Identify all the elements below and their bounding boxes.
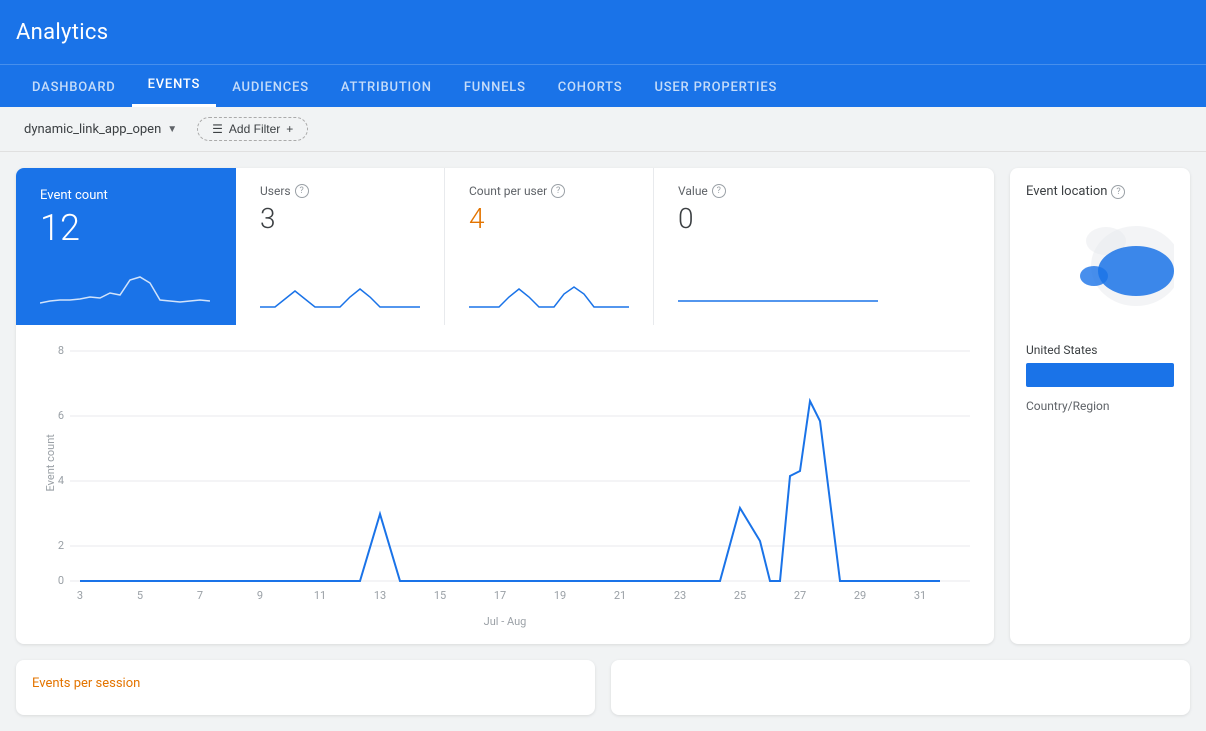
filter-bar: dynamic_link_app_open ▼ ☰ Add Filter + [0,107,1206,152]
svg-text:11: 11 [314,589,326,602]
count-per-user-value: 4 [469,202,629,235]
value-help-icon[interactable]: ? [712,184,726,198]
event-count-mini-chart [40,265,212,305]
count-per-user-stat: Count per user ? 4 [445,168,654,325]
country-row: United States [1026,343,1174,357]
nav-user-properties[interactable]: USER PROPERTIES [638,68,793,107]
chevron-down-icon: ▼ [167,124,177,135]
svg-text:7: 7 [197,589,203,602]
event-count-label: Event count [40,188,212,203]
events-per-session-card: Events per session [16,660,595,715]
svg-text:31: 31 [914,589,926,602]
count-per-user-mini-chart [469,269,629,309]
country-name: United States [1026,343,1106,357]
bottom-card-2 [611,660,1190,715]
main-chart-svg: 8 6 4 2 0 3 5 7 9 11 13 15 17 19 21 23 2… [40,341,980,611]
add-filter-button[interactable]: ☰ Add Filter + [197,117,308,141]
event-count-box: Event count 12 [16,168,236,325]
value-stat: Value ? 0 [654,168,994,325]
users-stat: Users ? 3 [236,168,445,325]
count-per-user-label: Count per user ? [469,184,629,198]
svg-text:19: 19 [554,589,566,602]
svg-text:8: 8 [58,344,64,357]
svg-text:0: 0 [58,574,64,587]
nav-funnels[interactable]: FUNNELS [448,68,542,107]
value-value: 0 [678,202,970,235]
svg-text:3: 3 [77,589,83,602]
add-filter-label: Add Filter [229,122,280,136]
users-value: 3 [260,202,420,235]
svg-text:2: 2 [58,539,64,552]
bottom-section: Events per session [0,660,1206,731]
svg-text:29: 29 [854,589,866,602]
add-icon: + [286,122,293,136]
stats-top: Event count 12 Users ? 3 [16,168,994,325]
main-nav: DASHBOARD EVENTS AUDIENCES ATTRIBUTION F… [0,64,1206,107]
country-region-label: Country/Region [1026,399,1174,413]
main-content: Event count 12 Users ? 3 [0,152,1206,660]
event-name: dynamic_link_app_open [24,122,161,137]
svg-text:5: 5 [137,589,143,602]
svg-text:9: 9 [257,589,263,602]
x-axis-label: Jul - Aug [40,615,970,628]
svg-text:4: 4 [58,474,64,487]
nav-audiences[interactable]: AUDIENCES [216,68,325,107]
stats-panel: Event count 12 Users ? 3 [16,168,994,644]
value-mini-chart [678,269,970,309]
header: Analytics [0,0,1206,64]
country-bar-container [1026,363,1174,387]
nav-cohorts[interactable]: COHORTS [542,68,639,107]
nav-attribution[interactable]: ATTRIBUTION [325,68,448,107]
event-location-title: Event location ? [1026,184,1174,199]
users-mini-chart [260,269,420,309]
nav-dashboard[interactable]: DASHBOARD [16,68,132,107]
right-panel: Event location ? United States Country/R… [1010,168,1190,644]
map-svg [1026,211,1174,331]
svg-text:17: 17 [494,589,506,602]
svg-text:25: 25 [734,589,746,602]
svg-text:27: 27 [794,589,806,602]
filter-icon: ☰ [212,122,223,136]
country-bar [1026,363,1174,387]
event-selector[interactable]: dynamic_link_app_open ▼ [16,118,185,141]
svg-text:13: 13 [374,589,386,602]
events-per-session-title: Events per session [32,676,579,691]
users-help-icon[interactable]: ? [295,184,309,198]
svg-text:21: 21 [614,589,626,602]
main-chart-area: Event count 8 6 4 2 0 3 5 7 [16,325,994,644]
y-axis-label: Event count [44,434,57,491]
svg-text:15: 15 [434,589,446,602]
value-label: Value ? [678,184,970,198]
count-per-user-help-icon[interactable]: ? [551,184,565,198]
map-container [1026,211,1174,331]
svg-text:6: 6 [58,409,64,422]
location-help-icon[interactable]: ? [1111,185,1125,199]
app-title: Analytics [16,20,108,45]
users-label: Users ? [260,184,420,198]
event-count-value: 12 [40,207,212,249]
nav-events[interactable]: EVENTS [132,65,217,107]
svg-text:23: 23 [674,589,686,602]
